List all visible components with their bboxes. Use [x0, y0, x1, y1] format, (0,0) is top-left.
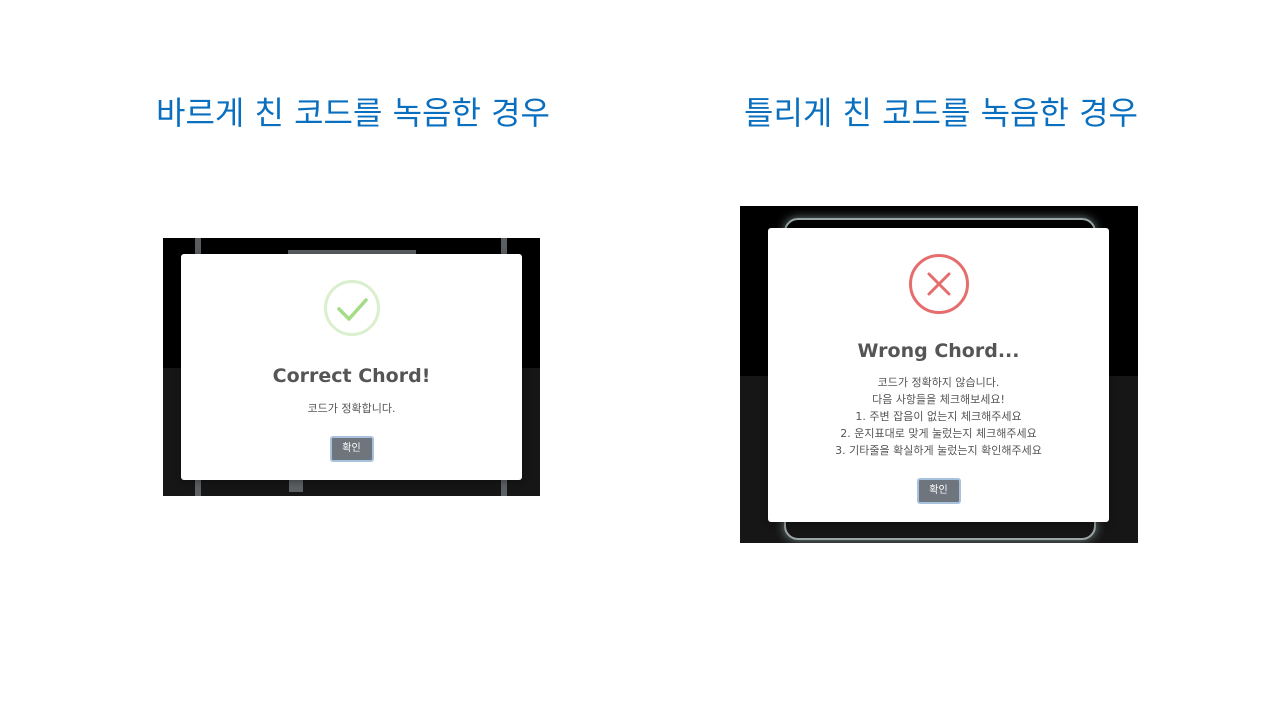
message-line: 2. 운지표대로 맞게 눌렀는지 체크해주세요 — [840, 427, 1037, 440]
message-line: 코드가 정확하지 않습니다. — [877, 376, 1000, 389]
message-line: 3. 기타줄을 확실하게 눌렀는지 확인해주세요 — [835, 444, 1042, 457]
dialog-message: 코드가 정확합니다. — [181, 400, 522, 417]
result-dialog-correct: Correct Chord! 코드가 정확합니다. 확인 — [181, 254, 522, 480]
result-dialog-wrong: Wrong Chord... 코드가 정확하지 않습니다. 다음 사항들을 체크… — [768, 228, 1109, 522]
screenshot-wrong-chord: Wrong Chord... 코드가 정확하지 않습니다. 다음 사항들을 체크… — [740, 206, 1138, 543]
confirm-button[interactable]: 확인 — [329, 436, 374, 462]
message-line: 다음 사항들을 체크해보세요! — [872, 393, 1005, 406]
screenshot-correct-chord: Correct Chord! 코드가 정확합니다. 확인 — [163, 238, 540, 496]
message-line: 코드가 정확합니다. — [307, 402, 396, 415]
x-icon — [908, 254, 969, 314]
check-icon — [323, 280, 380, 336]
message-line: 1. 주변 잡음이 없는지 체크해주세요 — [855, 410, 1022, 423]
heading-correct-case: 바르게 친 코드를 녹음한 경우 — [156, 94, 550, 132]
confirm-button[interactable]: 확인 — [916, 478, 961, 504]
dialog-title: Wrong Chord... — [857, 340, 1020, 362]
dialog-title: Correct Chord! — [272, 365, 431, 387]
dialog-message: 코드가 정확하지 않습니다. 다음 사항들을 체크해보세요! 1. 주변 잡음이… — [768, 374, 1109, 459]
heading-wrong-case: 틀리게 친 코드를 녹음한 경우 — [744, 94, 1138, 132]
